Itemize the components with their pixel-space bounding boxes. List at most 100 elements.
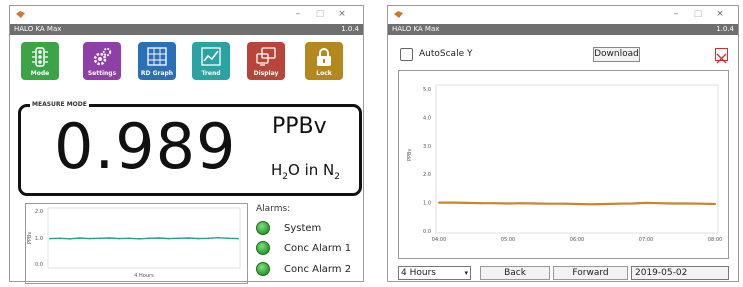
tile-label-display: Display xyxy=(253,70,279,77)
x-tick-label: 08:00 xyxy=(708,237,722,243)
x-tick-label: 06:00 xyxy=(570,237,584,243)
download-button[interactable]: Download xyxy=(593,47,640,62)
species-part: O in N xyxy=(288,161,335,179)
x-tick-label: 05:00 xyxy=(501,237,515,243)
version-label: 1.0.4 xyxy=(341,25,359,33)
app-title: HALO KA Max xyxy=(392,25,440,33)
y-axis-label: PPBv xyxy=(407,149,413,161)
trend-data-point xyxy=(576,203,578,205)
trend-data-point xyxy=(493,202,496,205)
minimize-button[interactable]: – xyxy=(670,8,682,20)
mini-data-point xyxy=(108,237,111,239)
trend-data-point xyxy=(603,203,606,205)
mini-trend-chart[interactable]: 2.0 1.0 0.0 PPBv 4 Hours xyxy=(25,203,248,284)
autoscale-label: AutoScale Y xyxy=(419,49,473,59)
title-bar: – □ × xyxy=(388,6,738,24)
rd-graph-button[interactable]: RD Graph xyxy=(138,42,176,80)
maximize-button[interactable]: □ xyxy=(692,8,704,20)
mini-data-point xyxy=(68,237,71,240)
back-button[interactable]: Back xyxy=(480,266,550,280)
trend-data-point xyxy=(548,202,551,205)
mini-data-point xyxy=(217,236,220,239)
close-chart-button[interactable] xyxy=(715,48,728,64)
y-tick-label: 0.0 xyxy=(423,229,431,235)
mode-button[interactable]: Mode xyxy=(21,42,59,80)
trend-data-point xyxy=(534,202,537,205)
mini-data-point xyxy=(177,237,180,240)
lock-icon xyxy=(317,48,331,66)
trend-data-point xyxy=(465,201,468,204)
species-part: H xyxy=(271,161,283,179)
app-icon xyxy=(394,11,403,18)
measure-mode-label: MEASURE MODE xyxy=(30,101,89,108)
display-button[interactable]: Display xyxy=(247,42,285,80)
concentration-value: 0.989 xyxy=(54,110,237,183)
title-bar: – □ × xyxy=(10,6,363,24)
alarm-system: System xyxy=(256,221,366,237)
trend-chart-svg: 5.0 4.0 3.0 2.0 1.0 0.0 04:00 05:00 06:00 07:00 0… xyxy=(407,84,722,243)
trend-data-point xyxy=(686,202,689,205)
mini-data-point xyxy=(138,237,140,240)
trend-data-point xyxy=(562,202,565,205)
period-value: 4 Hours xyxy=(401,268,436,278)
y-tick-label: 1.0 xyxy=(35,236,43,242)
app-title: HALO KA Max xyxy=(14,25,62,33)
alarm-label: Conc Alarm 1 xyxy=(284,243,352,254)
close-button[interactable]: × xyxy=(714,8,726,20)
version-label: 1.0.4 xyxy=(716,25,734,33)
y-tick-label: 1.0 xyxy=(423,201,431,207)
settings-button[interactable]: Settings xyxy=(83,42,121,80)
trend-data-point xyxy=(479,202,482,205)
date-field[interactable]: 2019-05-02 xyxy=(631,266,729,280)
status-led-icon xyxy=(256,241,270,255)
mini-data-point xyxy=(157,237,160,239)
chevron-down-icon: ▾ xyxy=(464,269,468,277)
trend-button[interactable]: Trend xyxy=(192,42,230,80)
maximize-button[interactable]: □ xyxy=(314,8,326,20)
unit-label: PPBv xyxy=(272,114,327,139)
y-tick-label: 3.0 xyxy=(423,144,431,150)
y-tick-label: 4.0 xyxy=(423,115,431,121)
alarms-title: Alarms: xyxy=(256,204,291,214)
mini-data-point xyxy=(207,237,210,240)
mini-data-point xyxy=(227,237,230,240)
close-icon xyxy=(716,53,727,64)
trend-chart[interactable]: 5.0 4.0 3.0 2.0 1.0 0.0 04:00 05:00 06:00 07:00 0… xyxy=(398,70,729,259)
mini-series-line xyxy=(49,236,239,240)
close-button[interactable]: × xyxy=(336,8,348,20)
autoscale-checkbox[interactable] xyxy=(400,48,413,61)
alarm-label: System xyxy=(284,223,322,234)
mini-data-point xyxy=(237,237,239,240)
trend-data-point xyxy=(589,203,592,206)
x-tick-label: 04:00 xyxy=(432,237,446,243)
mini-data-point xyxy=(118,237,121,240)
status-led-icon xyxy=(256,221,270,235)
mini-data-point xyxy=(197,237,200,240)
alarm-conc-2: Conc Alarm 2 xyxy=(256,262,366,278)
trend-icon xyxy=(201,47,221,66)
mini-data-point xyxy=(78,237,81,239)
trend-data-point xyxy=(714,203,716,205)
app-header: HALO KA Max 1.0.4 xyxy=(388,24,738,35)
lock-button[interactable]: Lock xyxy=(305,42,343,80)
trend-data-point xyxy=(520,202,523,205)
trend-window: – □ × HALO KA Max 1.0.4 AutoScale Y Down… xyxy=(387,5,739,282)
period-select[interactable]: 4 Hours ▾ xyxy=(398,266,471,280)
tile-label-lock: Lock xyxy=(316,70,332,77)
mini-data-point xyxy=(167,237,170,240)
forward-button[interactable]: Forward xyxy=(553,266,628,280)
tile-label-rd-graph: RD Graph xyxy=(140,70,174,77)
mini-data-point xyxy=(88,237,91,240)
app-header: HALO KA Max 1.0.4 xyxy=(10,24,363,35)
minimize-button[interactable]: – xyxy=(292,8,304,20)
species-sub: 2 xyxy=(334,172,340,182)
trend-data-point xyxy=(672,202,675,205)
y-tick-label: 2.0 xyxy=(35,209,43,215)
main-window: – □ × HALO KA Max 1.0.4 Mode Settings RD… xyxy=(9,5,366,284)
alarm-label: Conc Alarm 2 xyxy=(284,264,352,275)
mini-data-point xyxy=(98,237,101,240)
x-tick-label: 07:00 xyxy=(639,237,653,243)
trend-data-point xyxy=(700,202,703,205)
y-tick-label: 0.0 xyxy=(35,262,43,268)
alarm-conc-1: Conc Alarm 1 xyxy=(256,241,366,257)
